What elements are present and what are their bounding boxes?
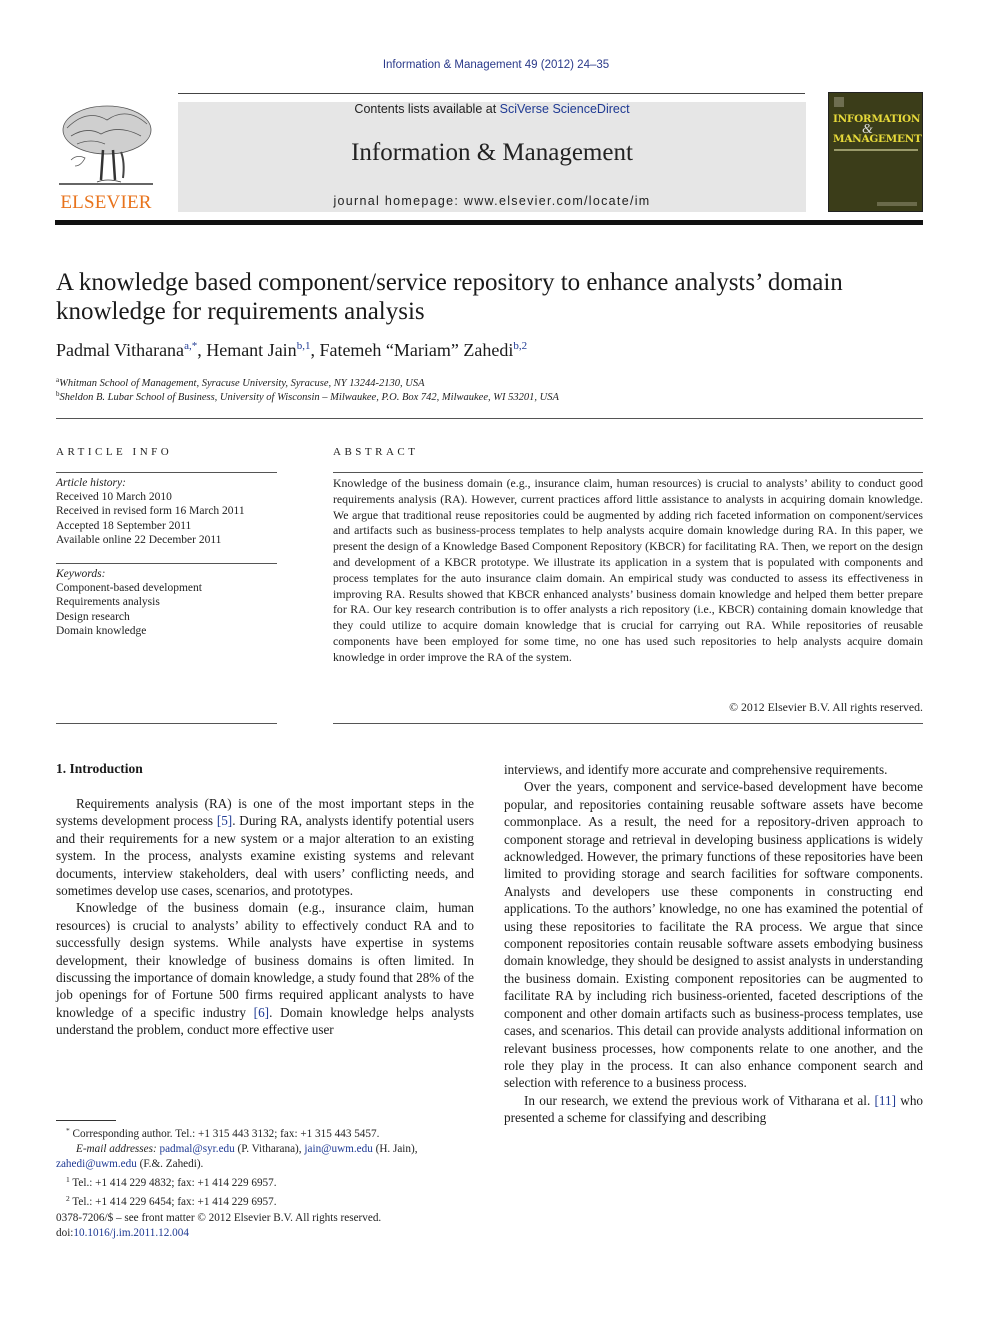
contents-line: Contents lists available at SciVerse Sci… [178, 102, 806, 116]
article-history: Article history: Received 10 March 2010 … [56, 476, 281, 547]
keyword: Requirements analysis [56, 596, 160, 609]
abstract-copyright: © 2012 Elsevier B.V. All rights reserved… [729, 700, 923, 714]
footnotes: * Corresponding author. Tel.: +1 315 443… [56, 1123, 476, 1210]
author-affiliation-mark[interactable]: b,1 [297, 340, 311, 352]
footnote-2: 2 Tel.: +1 414 229 6454; fax: +1 414 229… [56, 1191, 476, 1210]
paragraph: Requirements analysis (RA) is one of the… [56, 795, 474, 899]
email-owner: (P. Vitharana), [234, 1143, 305, 1155]
abstract-bottom-rule [333, 723, 923, 724]
history-item: Received 10 March 2010 [56, 491, 172, 504]
paragraph-text: In our research, we extend the previous … [524, 1092, 875, 1108]
citation-link[interactable]: [5] [217, 813, 232, 828]
email-owner: (F.&. Zahedi). [136, 1158, 204, 1170]
footnote-mark: 1 [66, 1175, 70, 1184]
footnote-rule [56, 1120, 116, 1121]
history-item: Available online 22 December 2011 [56, 533, 222, 546]
doi-line: doi:10.1016/j.im.2011.12.004 [56, 1226, 381, 1241]
cover-footer-bar [877, 202, 917, 206]
abstract-text: Knowledge of the business domain (e.g., … [333, 476, 923, 664]
email-link[interactable]: padmal@syr.edu [159, 1143, 234, 1155]
elsevier-logo[interactable]: ELSEVIER [55, 100, 157, 213]
body-right-column: interviews, and identify more accurate a… [504, 761, 923, 1127]
doi-link[interactable]: 10.1016/j.im.2011.12.004 [73, 1227, 189, 1239]
footnote-text: Tel.: +1 414 229 6454; fax: +1 414 229 6… [72, 1196, 277, 1208]
email-link[interactable]: jain@uwm.edu [304, 1143, 372, 1155]
author-list: Padmal Vitharanaa,*, Hemant Jainb,1, Fat… [56, 340, 527, 361]
tree-logo-icon [59, 105, 153, 185]
author-name: Hemant Jain [206, 340, 297, 360]
email-link[interactable]: zahedi@uwm.edu [56, 1158, 137, 1170]
affiliation-text: Whitman School of Management, Syracuse U… [59, 378, 425, 389]
keywords-label: Keywords: [56, 568, 106, 580]
history-item: Accepted 18 September 2011 [56, 519, 192, 532]
paragraph: In our research, we extend the previous … [504, 1092, 923, 1127]
affiliation-text: Sheldon B. Lubar School of Business, Uni… [59, 392, 559, 403]
paragraph: Knowledge of the business domain (e.g., … [56, 899, 474, 1038]
citation-link[interactable]: [11] [875, 1093, 896, 1108]
section-heading-introduction: 1. Introduction [56, 761, 143, 776]
author-name: Fatemeh “Mariam” Zahedi [319, 340, 514, 360]
journal-banner: Contents lists available at SciVerse Sci… [178, 102, 806, 212]
keywords-rule [56, 563, 277, 564]
footnote-corresponding: * Corresponding author. Tel.: +1 315 443… [56, 1123, 476, 1142]
elsevier-wordmark: ELSEVIER [60, 192, 152, 213]
affiliation: bSheldon B. Lubar School of Business, Un… [56, 390, 559, 403]
affiliation: aWhitman School of Management, Syracuse … [56, 376, 425, 389]
homepage-link[interactable]: www.elsevier.com/locate/im [464, 194, 651, 208]
article-title: A knowledge based component/service repo… [56, 269, 843, 325]
footnote-text: Corresponding author. Tel.: +1 315 443 3… [72, 1128, 380, 1140]
journal-cover-thumbnail[interactable]: INFORMATION & MANAGEMENT [828, 92, 923, 212]
author-name: Padmal Vitharana [56, 340, 185, 360]
journal-title: Information & Management [351, 139, 633, 166]
author-affiliation-mark[interactable]: a,* [184, 340, 197, 352]
issn-line: 0378-7206/$ – see front matter © 2012 El… [56, 1212, 382, 1224]
footnote-mark: 2 [66, 1194, 70, 1203]
journal-homepage: journal homepage: www.elsevier.com/locat… [178, 194, 806, 208]
history-label: Article history: [56, 477, 126, 489]
article-info-heading: ARTICLE INFO [56, 446, 173, 458]
email-owner: (H. Jain), [372, 1143, 418, 1155]
history-item: Received in revised form 16 March 2011 [56, 505, 245, 518]
keyword: Component-based development [56, 582, 202, 595]
doi-label: doi: [56, 1227, 74, 1239]
header-rule [178, 93, 805, 94]
cover-title-line2: MANAGEMENT [833, 133, 922, 145]
footnote-emails-cont: zahedi@uwm.edu (F.&. Zahedi). [56, 1157, 476, 1172]
header-thick-rule [55, 220, 923, 225]
citation-link[interactable]: [6] [254, 1005, 269, 1020]
footnote-mark: * [66, 1126, 70, 1135]
journal-reference[interactable]: Information & Management 49 (2012) 24–35 [0, 59, 992, 71]
homepage-prefix: journal homepage: [333, 194, 464, 208]
paragraph-text: Knowledge of the business domain (e.g., … [56, 900, 474, 1020]
cover-title-line1: INFORMATION [833, 113, 921, 125]
body-left-column: Requirements analysis (RA) is one of the… [56, 795, 474, 1039]
front-matter: 0378-7206/$ – see front matter © 2012 El… [56, 1211, 381, 1241]
footnote-1: 1 Tel.: +1 414 229 4832; fax: +1 414 229… [56, 1172, 476, 1191]
cover-subtitle-bar [834, 149, 918, 151]
sciencedirect-link[interactable]: SciVerse ScienceDirect [500, 102, 630, 116]
author-separator: , [197, 340, 207, 360]
keywords: Keywords: Component-based development Re… [56, 567, 281, 638]
article-info-bottom-rule [56, 723, 277, 724]
abstract-rule [333, 472, 923, 473]
title-divider [56, 418, 923, 419]
keyword: Domain knowledge [56, 624, 147, 637]
contents-prefix: Contents lists available at [354, 102, 500, 116]
footnote-text: Tel.: +1 414 229 4832; fax: +1 414 229 6… [72, 1177, 277, 1189]
keyword: Design research [56, 610, 130, 623]
paragraph: Over the years, component and service-ba… [504, 779, 923, 1091]
cover-publisher-icon [834, 97, 844, 107]
email-label: E-mail addresses: [76, 1143, 157, 1155]
abstract-heading: ABSTRACT [333, 446, 419, 458]
author-affiliation-mark[interactable]: b,2 [513, 340, 527, 352]
footnote-emails: E-mail addresses: padmal@syr.edu (P. Vit… [56, 1142, 476, 1157]
article-info-rule [56, 472, 277, 473]
paragraph: interviews, and identify more accurate a… [504, 762, 888, 777]
